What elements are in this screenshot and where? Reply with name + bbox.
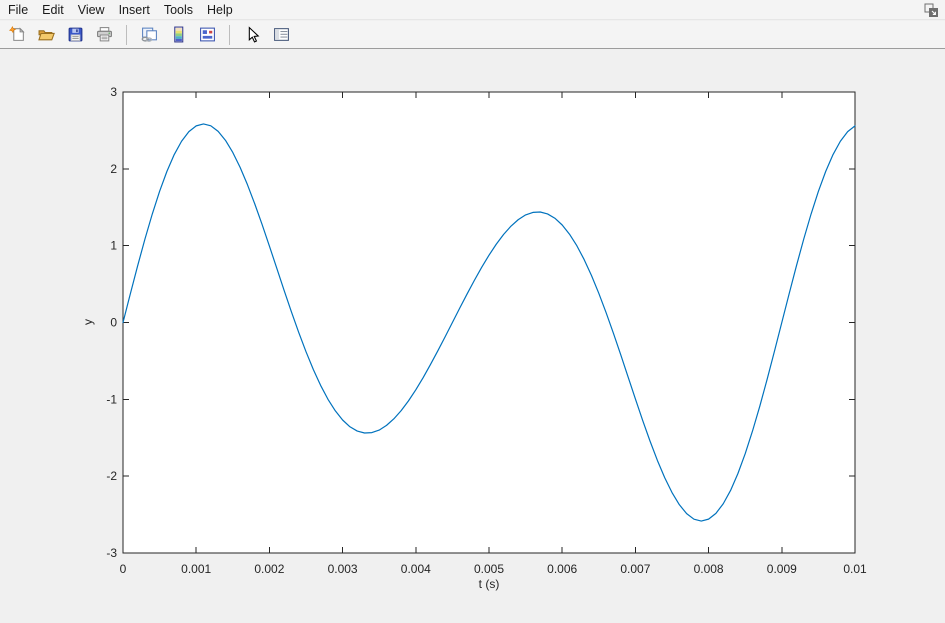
y-tick-label: 0 [110,316,117,330]
x-tick-label: 0.005 [474,562,504,576]
menubar: File Edit View Insert Tools Help [0,0,945,20]
subplot-grid-icon [199,27,215,42]
new-figure-button[interactable] [7,25,27,45]
subplot-grid-button[interactable] [197,25,217,45]
y-tick-label: 3 [110,85,117,99]
figure-canvas: 0 0.001 0.002 0.003 0.004 0.005 0.006 0.007 0.00… [0,50,945,618]
y-tick-label: -2 [106,469,117,483]
colormap-button[interactable] [168,25,188,45]
toolbar-separator [126,24,127,45]
copy-figure-icon [141,27,157,42]
y-axis-label: y [81,319,95,325]
toolbar-separator [229,24,230,45]
properties-panel-icon [273,28,289,41]
menu-edit[interactable]: Edit [35,0,71,20]
x-tick-label: 0.003 [328,562,358,576]
copy-figure-button[interactable] [139,25,159,45]
x-axis-label: t (s) [479,577,500,591]
colormap-icon [173,26,183,43]
x-tick-label: 0.007 [620,562,650,576]
menu-insert[interactable]: Insert [112,0,157,20]
x-tick-label: 0.008 [694,562,724,576]
undock-button[interactable] [924,3,938,17]
x-tick-label: 0.009 [767,562,797,576]
x-tick-label: 0.001 [181,562,211,576]
x-tick-label: 0 [120,562,127,576]
new-figure-icon [8,26,25,41]
print-icon [96,27,112,42]
menu-view[interactable]: View [71,0,112,20]
print-button[interactable] [94,25,114,45]
x-tick-label: 0.006 [547,562,577,576]
plot-area [123,92,855,553]
y-tick-label: 1 [110,239,117,253]
save-icon [68,27,82,42]
menu-file[interactable]: File [1,0,35,20]
menu-tools[interactable]: Tools [157,0,200,20]
toolbar [0,21,945,49]
y-tick-label: -1 [106,392,117,406]
pointer-select-button[interactable] [242,25,262,45]
undock-icon [924,3,938,17]
axes-plot: 0 0.001 0.002 0.003 0.004 0.005 0.006 0.007 0.00… [81,85,867,591]
x-tick-label: 0.002 [254,562,284,576]
open-folder-icon [37,30,55,41]
x-tick-label: 0.01 [843,562,867,576]
menu-help[interactable]: Help [200,0,240,20]
properties-panel-button[interactable] [271,25,291,45]
figure-window: File Edit View Insert Tools Help 0 0.001… [0,0,945,618]
pointer-icon [248,26,259,43]
y-tick-label: -3 [106,546,117,560]
y-tick-label: 2 [110,162,117,176]
open-button[interactable] [36,25,56,45]
x-tick-label: 0.004 [401,562,431,576]
save-button[interactable] [65,25,85,45]
